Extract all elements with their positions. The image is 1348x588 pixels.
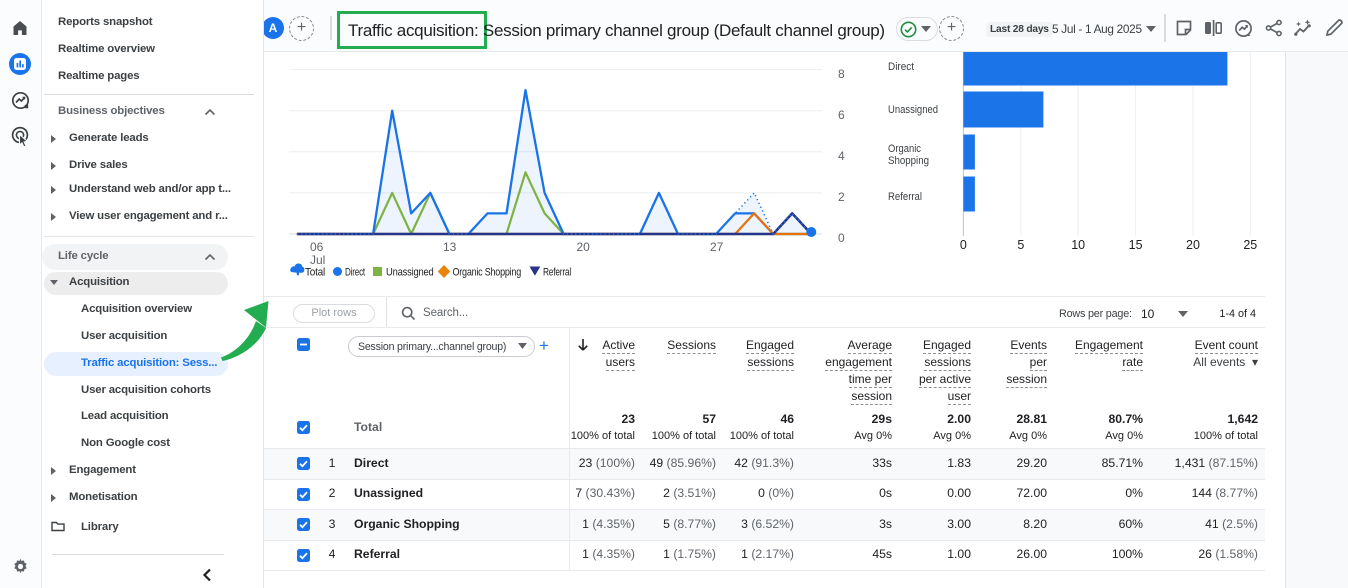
svg-text:2: 2	[838, 190, 845, 204]
svg-text:Unassigned: Unassigned	[386, 267, 434, 279]
svg-text:Referral: Referral	[888, 191, 922, 203]
svg-text:Organic: Organic	[888, 143, 921, 155]
svg-text:8: 8	[838, 67, 845, 81]
svg-text:06: 06	[310, 240, 324, 254]
svg-text:Organic Shopping: Organic Shopping	[453, 267, 522, 279]
svg-text:25: 25	[1243, 238, 1257, 252]
svg-text:20: 20	[577, 240, 591, 254]
svg-text:Direct: Direct	[345, 267, 365, 279]
svg-text:27: 27	[710, 240, 724, 254]
svg-text:0: 0	[960, 238, 967, 252]
svg-text:Total: Total	[305, 267, 325, 279]
svg-text:0: 0	[838, 231, 845, 245]
svg-text:10: 10	[1071, 238, 1085, 252]
svg-text:Unassigned: Unassigned	[888, 104, 938, 116]
svg-text:4: 4	[838, 149, 845, 163]
svg-text:5: 5	[1017, 238, 1024, 252]
svg-text:Direct: Direct	[888, 61, 915, 73]
svg-text:Shopping: Shopping	[888, 155, 929, 167]
svg-text:13: 13	[443, 240, 457, 254]
svg-text:Referral: Referral	[543, 267, 571, 279]
svg-text:6: 6	[838, 108, 845, 122]
svg-text:Jul: Jul	[310, 253, 325, 267]
svg-text:15: 15	[1129, 238, 1143, 252]
svg-text:20: 20	[1186, 238, 1200, 252]
